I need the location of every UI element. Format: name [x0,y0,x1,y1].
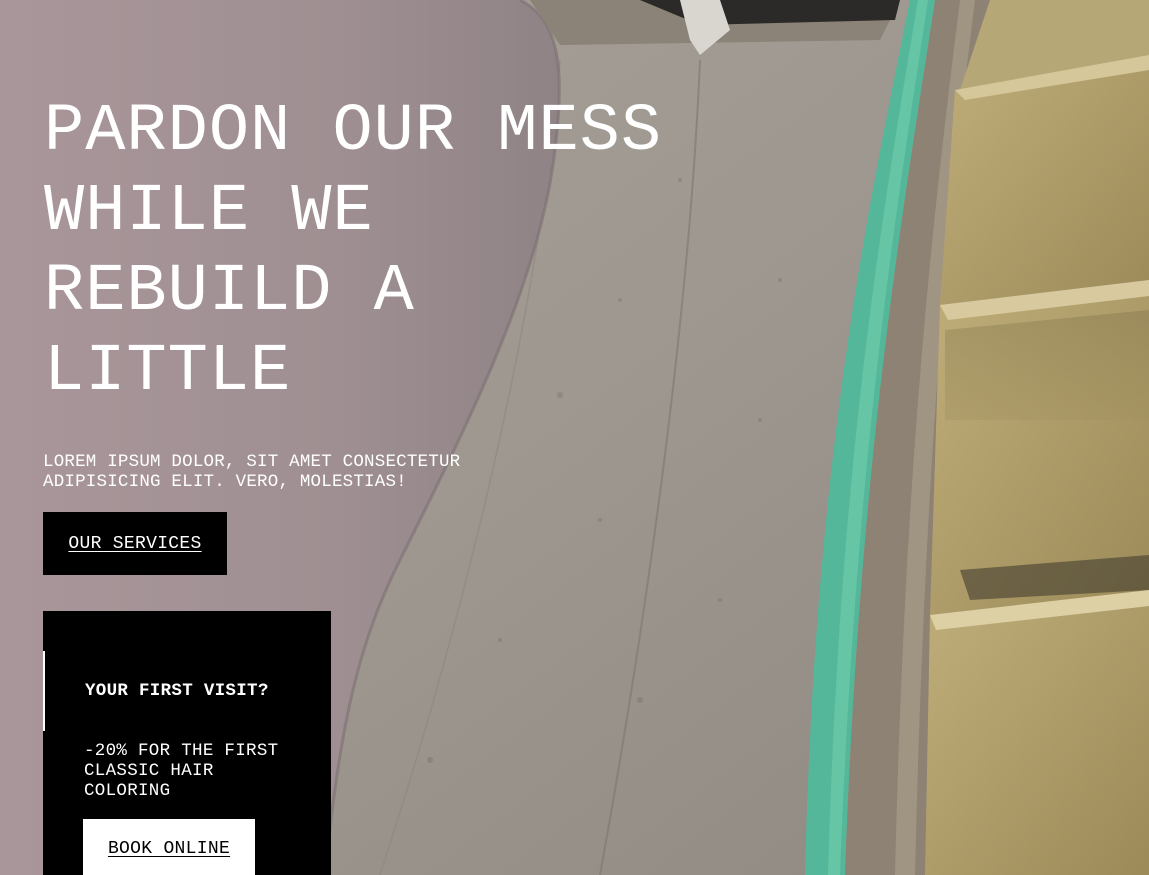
hero-subtitle: LOREM IPSUM DOLOR, SIT AMET CONSECTETUR … [43,452,461,492]
promo-accent-rule [43,651,45,731]
our-services-button[interactable]: OUR SERVICES [43,512,227,575]
book-online-button-label: BOOK ONLINE [107,839,231,859]
first-visit-promo-card: YOUR FIRST VISIT? -20% FOR THE FIRST CLA… [43,611,331,875]
promo-title: YOUR FIRST VISIT? [85,681,269,701]
our-services-button-label: OUR SERVICES [68,533,202,554]
promo-description: -20% FOR THE FIRST CLASSIC HAIR COLORING [84,741,279,801]
book-online-button[interactable]: BOOK ONLINE [83,819,255,875]
hero-headline: PARDON OUR MESS WHILE WE REBUILD A LITTL… [44,94,663,410]
hero-section: PARDON OUR MESS WHILE WE REBUILD A LITTL… [0,0,1149,875]
